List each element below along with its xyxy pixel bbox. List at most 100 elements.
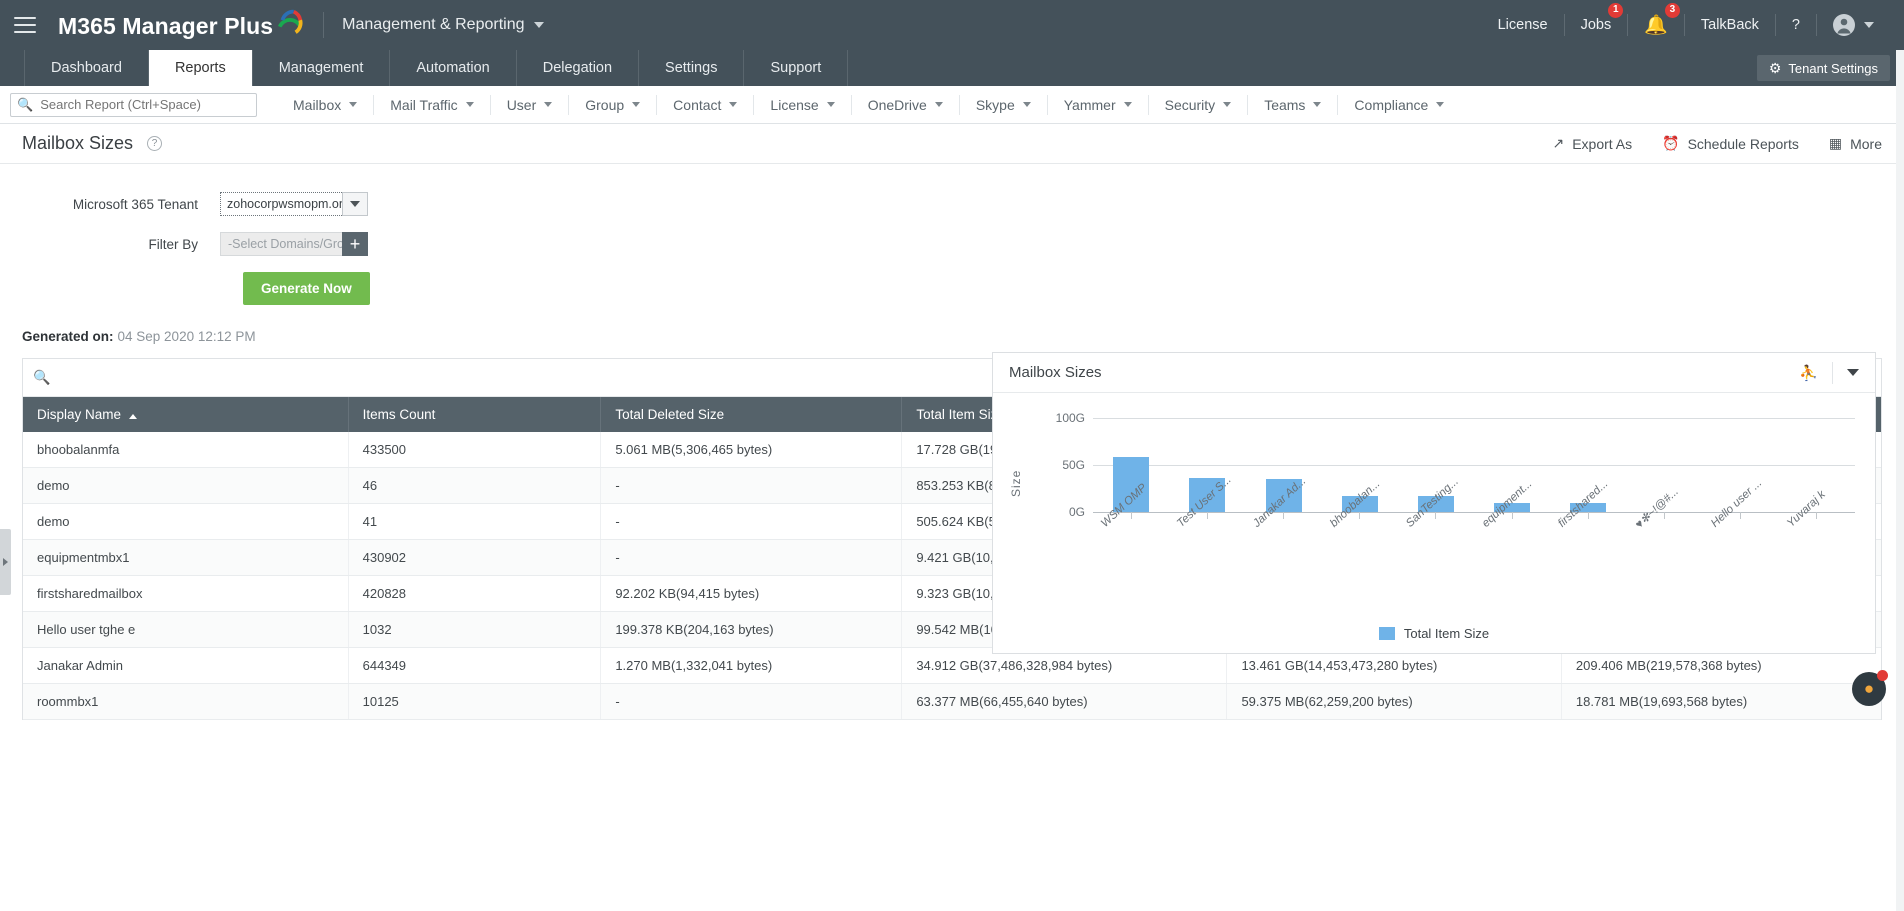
col-total-deleted-size[interactable]: Total Deleted Size [601, 397, 902, 432]
col-items-count[interactable]: Items Count [348, 397, 601, 432]
module-selector[interactable]: Management & Reporting [342, 16, 543, 34]
chevron-down-icon [1313, 102, 1321, 107]
chart-options-chevron-down-icon[interactable] [1847, 369, 1859, 376]
tenant-settings-button[interactable]: ⚙ Tenant Settings [1757, 55, 1890, 81]
help-icon[interactable]: ? [147, 136, 162, 151]
tab-delegation[interactable]: Delegation [517, 50, 639, 86]
y-tick-100g: 100G [1033, 411, 1085, 425]
left-drawer-handle[interactable] [0, 529, 11, 595]
nav-contact[interactable]: Contact [657, 95, 754, 115]
chart-header: Mailbox Sizes ⛹ [993, 353, 1875, 393]
chat-notification-dot [1877, 670, 1888, 681]
more-button[interactable]: ▦ More [1829, 135, 1882, 152]
cell-items-count: 41 [348, 504, 601, 540]
bell-icon: 🔔 [1644, 13, 1668, 37]
avatar-icon [1833, 14, 1855, 36]
schedule-reports-button[interactable]: ⏰ Schedule Reports [1662, 135, 1799, 152]
table-search-icon[interactable]: 🔍 [33, 369, 50, 386]
cell-total-deleted-size: - [601, 504, 902, 540]
alarm-clock-icon: ⏰ [1662, 135, 1679, 152]
y-tick-50g: 50G [1033, 458, 1085, 472]
chevron-down-icon [466, 102, 474, 107]
help-button[interactable]: ? [1776, 12, 1816, 38]
nav-security[interactable]: Security [1149, 95, 1249, 115]
tenant-select-value: zohocorpwsmopm.onmicrosoft.com [220, 192, 342, 216]
talkback-link[interactable]: TalkBack [1685, 12, 1775, 38]
jobs-link[interactable]: Jobs 1 [1565, 12, 1628, 38]
nav-teams[interactable]: Teams [1248, 95, 1338, 115]
license-link[interactable]: License [1482, 12, 1564, 38]
tenant-settings-label: Tenant Settings [1788, 61, 1878, 76]
chevron-down-icon [1023, 102, 1031, 107]
filter-by-field[interactable]: -Select Domains/Groups- + [220, 232, 368, 256]
chart-y-axis-label: Size [1009, 470, 1023, 497]
tenant-select-toggle[interactable] [342, 192, 368, 216]
legend-swatch-total-item-size [1379, 627, 1395, 640]
chat-icon: ● [1864, 679, 1874, 699]
col-display-name[interactable]: Display Name [23, 397, 348, 432]
report-body: Microsoft 365 Tenant zohocorpwsmopm.onmi… [0, 164, 1904, 720]
tab-support[interactable]: Support [744, 50, 848, 86]
tab-management[interactable]: Management [253, 50, 391, 86]
cell-display-name: roommbx1 [23, 684, 348, 720]
page-scrollbar[interactable] [1896, 50, 1904, 911]
question-mark-icon: ? [1792, 17, 1800, 33]
filter-row: Filter By -Select Domains/Groups- + [0, 232, 1904, 256]
cell-message-table-size: 59.375 MB(62,259,200 bytes) [1227, 684, 1561, 720]
primary-tab-bar: Dashboard Reports Management Automation … [0, 50, 1904, 86]
nav-group[interactable]: Group [569, 95, 657, 115]
tab-settings[interactable]: Settings [639, 50, 744, 86]
cell-total-deleted-size: 92.202 KB(94,415 bytes) [601, 576, 902, 612]
nav-onedrive[interactable]: OneDrive [852, 95, 960, 115]
notification-badge: 3 [1665, 3, 1680, 18]
hamburger-menu-icon[interactable] [14, 17, 36, 33]
nav-yammer[interactable]: Yammer [1048, 95, 1149, 115]
chevron-down-icon [1864, 22, 1874, 28]
expand-icon[interactable]: ⛹ [1799, 364, 1818, 382]
export-as-button[interactable]: ↗ Export As [1552, 135, 1632, 152]
header-divider [323, 12, 324, 38]
jobs-label: Jobs [1581, 17, 1612, 33]
tab-dashboard[interactable]: Dashboard [24, 50, 149, 86]
nav-license[interactable]: License [754, 95, 851, 115]
cell-display-name: demo [23, 504, 348, 540]
chart-actions: ⛹ [1799, 362, 1859, 384]
nav-compliance[interactable]: Compliance [1338, 95, 1460, 115]
cell-message-available-size: 18.781 MB(19,693,568 bytes) [1561, 684, 1881, 720]
report-category-nav: 🔍 Mailbox Mail Traffic User Group Contac… [0, 86, 1904, 124]
export-icon: ↗ [1552, 135, 1564, 152]
chevron-down-icon [1124, 102, 1132, 107]
tab-automation[interactable]: Automation [390, 50, 516, 86]
generate-row: Generate Now [0, 272, 1904, 305]
app-logo: M365 Manager Plus [58, 10, 305, 40]
nav-skype[interactable]: Skype [960, 95, 1048, 115]
search-input[interactable] [38, 96, 250, 113]
add-filter-button[interactable]: + [342, 232, 368, 256]
generate-now-button[interactable]: Generate Now [243, 272, 370, 305]
generated-on: Generated on:04 Sep 2020 12:12 PM [0, 329, 1904, 344]
nav-mail-traffic[interactable]: Mail Traffic [374, 95, 490, 115]
top-header-bar: M365 Manager Plus Management & Reporting… [0, 0, 1904, 50]
report-actions: ↗ Export As ⏰ Schedule Reports ▦ More [1522, 135, 1882, 152]
table-row[interactable]: roommbx1 10125 - 63.377 MB(66,455,640 by… [23, 684, 1881, 720]
nav-user[interactable]: User [491, 95, 570, 115]
schedule-reports-label: Schedule Reports [1688, 136, 1799, 152]
cell-items-count: 644349 [348, 648, 601, 684]
tab-reports[interactable]: Reports [149, 50, 253, 86]
generated-on-value: 04 Sep 2020 12:12 PM [118, 329, 256, 344]
notifications-button[interactable]: 🔔 3 [1628, 12, 1684, 38]
tenant-select[interactable]: zohocorpwsmopm.onmicrosoft.com [220, 192, 368, 216]
report-title-row: Mailbox Sizes ? ↗ Export As ⏰ Schedule R… [0, 124, 1904, 164]
chart-plot-area: Size 100G 50G 0G [993, 393, 1875, 653]
chat-support-button[interactable]: ● [1852, 672, 1886, 706]
chevron-down-icon [350, 201, 360, 207]
export-as-label: Export As [1572, 136, 1632, 152]
chevron-down-icon [632, 102, 640, 107]
x-tick-marks [1093, 512, 1855, 519]
divider [1832, 362, 1833, 384]
cell-total-deleted-size: - [601, 684, 902, 720]
page-title: Mailbox Sizes [22, 133, 133, 154]
search-report-box[interactable]: 🔍 [10, 93, 257, 117]
nav-mailbox[interactable]: Mailbox [277, 95, 374, 115]
user-account-menu[interactable] [1817, 12, 1890, 38]
